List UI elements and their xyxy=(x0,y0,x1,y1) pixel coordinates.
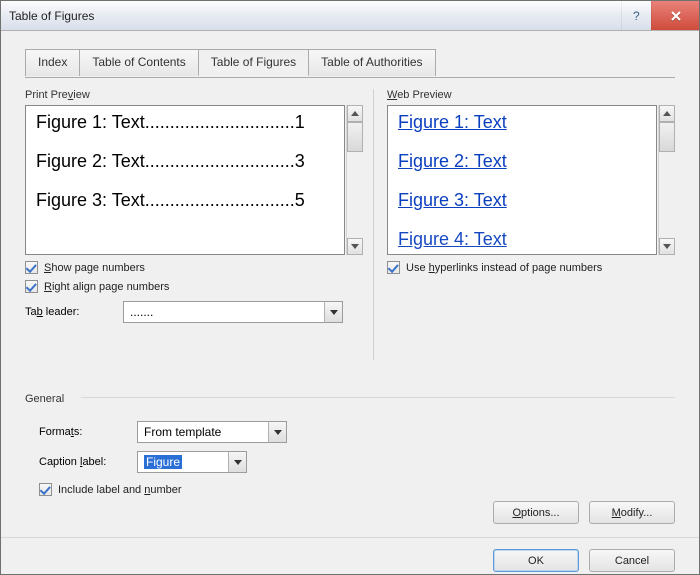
web-scrollbar[interactable] xyxy=(658,105,675,255)
checkbox-label: Include label and number xyxy=(58,484,182,496)
content-area: Index Table of Contents Table of Figures… xyxy=(1,31,699,574)
help-button[interactable]: ? xyxy=(621,1,651,30)
tab-leader-row: Tab leader: ....... xyxy=(25,301,363,323)
web-entry: Figure 3: Text xyxy=(394,188,650,213)
scroll-thumb[interactable] xyxy=(659,122,675,152)
web-entry: Figure 2: Text xyxy=(394,149,650,174)
print-preview-label: Print Preview xyxy=(25,89,363,101)
web-preview-label: Web Preview xyxy=(387,89,675,101)
web-preview-box: Figure 1: Text Figure 2: Text Figure 3: … xyxy=(387,105,657,255)
show-page-numbers-checkbox[interactable]: Show page numbers xyxy=(25,261,363,274)
print-preview-section: Print Preview Figure 1: Text............… xyxy=(25,89,363,323)
print-entry: Figure 1: Text..........................… xyxy=(32,110,338,135)
checkbox-icon xyxy=(39,483,52,496)
window-controls: ? xyxy=(621,1,699,30)
print-entry: Figure 2: Text..........................… xyxy=(32,149,338,174)
web-entry: Figure 4: Text xyxy=(394,227,650,252)
tab-bottom-line xyxy=(25,77,675,78)
window-title: Table of Figures xyxy=(9,9,621,23)
checkbox-icon xyxy=(387,261,400,274)
general-body: Formats: From template Caption label: Fi… xyxy=(25,421,675,496)
tab-strip: Index Table of Contents Table of Figures… xyxy=(25,49,675,76)
print-scrollbar[interactable] xyxy=(346,105,363,255)
options-button[interactable]: Options... xyxy=(493,501,579,524)
formats-select[interactable]: From template xyxy=(137,421,287,443)
scroll-up-button[interactable] xyxy=(659,105,675,122)
checkbox-icon xyxy=(25,261,38,274)
scroll-up-button[interactable] xyxy=(347,105,363,122)
vertical-divider xyxy=(373,89,374,360)
ok-button[interactable]: OK xyxy=(493,549,579,572)
help-icon: ? xyxy=(630,9,644,23)
general-label: General xyxy=(25,393,64,405)
include-label-checkbox[interactable]: Include label and number xyxy=(39,483,675,496)
chevron-down-icon xyxy=(228,452,246,472)
cancel-button[interactable]: Cancel xyxy=(589,549,675,572)
close-button[interactable] xyxy=(651,1,699,30)
formats-row: Formats: From template xyxy=(39,421,675,443)
tab-table-of-figures[interactable]: Table of Figures xyxy=(198,49,309,76)
print-preview-wrap: Figure 1: Text..........................… xyxy=(25,105,363,255)
titlebar: Table of Figures ? xyxy=(1,1,699,31)
tab-table-of-authorities[interactable]: Table of Authorities xyxy=(308,49,435,76)
modify-button[interactable]: Modify... xyxy=(589,501,675,524)
tab-table-of-contents[interactable]: Table of Contents xyxy=(79,49,198,76)
scroll-thumb[interactable] xyxy=(347,122,363,152)
checkbox-label: Right align page numbers xyxy=(44,281,169,293)
close-icon xyxy=(670,10,682,22)
checkbox-label: Use hyperlinks instead of page numbers xyxy=(406,262,602,274)
general-section: General Formats: From template Caption l… xyxy=(25,389,675,496)
web-entry: Figure 1: Text xyxy=(394,110,650,135)
ok-cancel-row: OK Cancel xyxy=(493,549,675,572)
caption-label-select[interactable]: Figure xyxy=(137,451,247,473)
caption-label-label: Caption label: xyxy=(39,456,129,468)
print-entry: Figure 3: Text..........................… xyxy=(32,188,338,213)
web-preview-wrap: Figure 1: Text Figure 2: Text Figure 3: … xyxy=(387,105,675,255)
checkbox-icon xyxy=(25,280,38,293)
tab-panel: Print Preview Figure 1: Text............… xyxy=(25,89,675,560)
formats-label: Formats: xyxy=(39,426,129,438)
print-preview-box: Figure 1: Text..........................… xyxy=(25,105,345,255)
tab-leader-select[interactable]: ....... xyxy=(123,301,343,323)
scroll-down-button[interactable] xyxy=(347,238,363,255)
chevron-down-icon xyxy=(324,302,342,322)
dialog-window: Table of Figures ? Index Table of Conten… xyxy=(0,0,700,575)
options-modify-row: Options... Modify... xyxy=(493,501,675,524)
tab-leader-label: Tab leader: xyxy=(25,306,115,318)
use-hyperlinks-checkbox[interactable]: Use hyperlinks instead of page numbers xyxy=(387,261,675,274)
separator-line xyxy=(81,397,675,398)
web-preview-section: Web Preview Figure 1: Text Figure 2: Tex… xyxy=(387,89,675,274)
caption-label-row: Caption label: Figure xyxy=(39,451,675,473)
checkbox-label: Show page numbers xyxy=(44,262,145,274)
separator-line xyxy=(1,537,699,538)
chevron-down-icon xyxy=(268,422,286,442)
right-align-checkbox[interactable]: Right align page numbers xyxy=(25,280,363,293)
tab-index[interactable]: Index xyxy=(25,49,80,76)
scroll-down-button[interactable] xyxy=(659,238,675,255)
svg-text:?: ? xyxy=(633,9,640,23)
